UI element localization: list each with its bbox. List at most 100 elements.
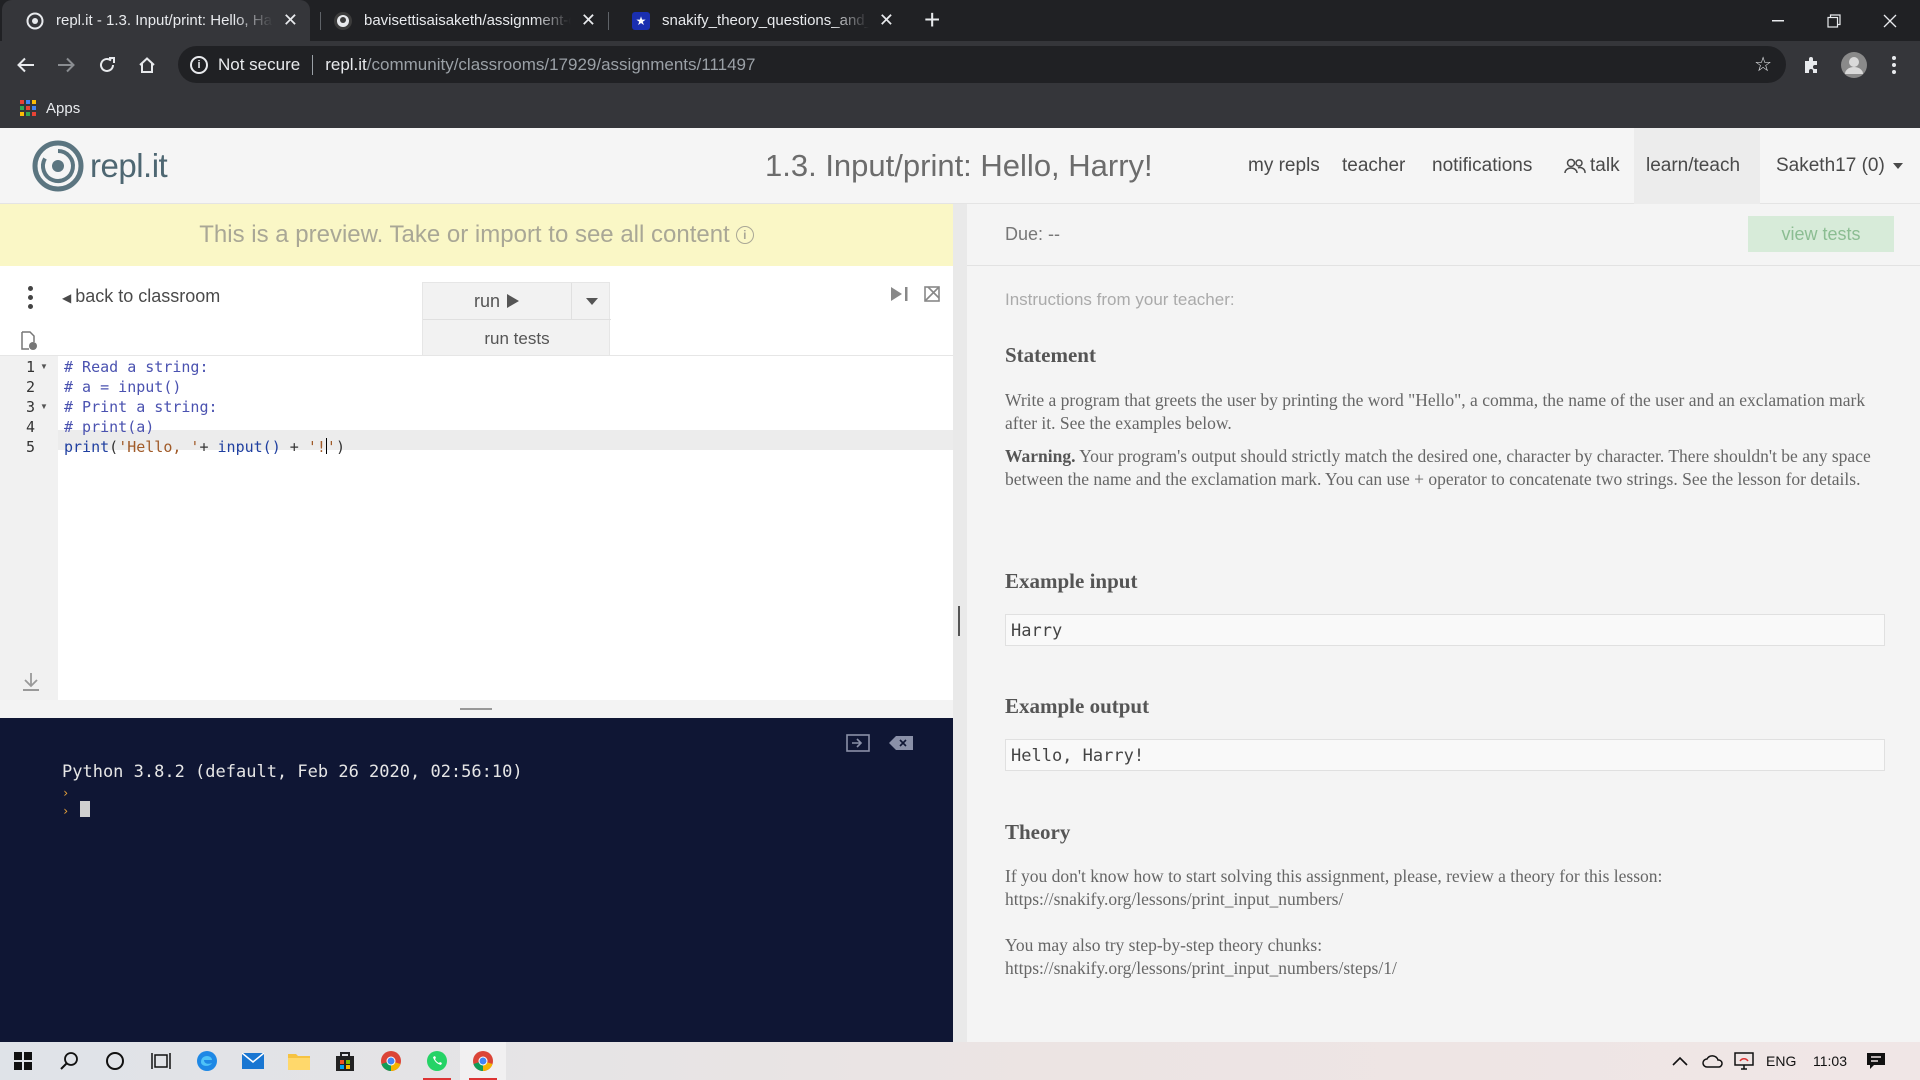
extensions-puzzle-icon[interactable] [1796, 49, 1828, 81]
address-bar[interactable]: i Not secure repl.it /community/classroo… [178, 46, 1786, 83]
warning-label: Warning. [1005, 446, 1076, 466]
console-output: Python 3.8.2 (default, Feb 26 2020, 02:5… [62, 762, 523, 782]
editor-console-splitter[interactable] [0, 700, 953, 718]
run-tests-button[interactable]: run tests [423, 319, 611, 357]
download-icon[interactable] [22, 672, 40, 697]
theory-chunks-text: You may also try step-by-step theory chu… [1005, 935, 1323, 955]
info-icon[interactable]: i [190, 55, 208, 74]
workspace-panel: This is a preview. Take or import to see… [0, 204, 953, 1042]
clock[interactable]: 11:03 [1810, 1042, 1850, 1080]
edge-browser-icon[interactable] [184, 1042, 230, 1080]
bookmark-star-icon[interactable]: ☆ [1754, 52, 1772, 77]
windows-start-icon[interactable] [0, 1042, 46, 1080]
tab-close-icon[interactable]: ✕ [879, 10, 894, 31]
nav-teacher[interactable]: teacher [1330, 128, 1417, 204]
console-panel[interactable]: Python 3.8.2 (default, Feb 26 2020, 02:5… [0, 718, 953, 1042]
code-token: + [199, 438, 218, 456]
more-options-icon[interactable] [28, 286, 33, 309]
code-editor[interactable]: 1 ▼ 2 3 ▼ 4 5 # Read a string: # a = inp… [0, 356, 953, 700]
new-file-icon[interactable] [20, 331, 38, 356]
show-hidden-icons-icon[interactable] [1672, 1042, 1688, 1080]
code-line: # print(a) [64, 418, 155, 436]
nav-my-repls[interactable]: my repls [1236, 128, 1332, 204]
clear-console-icon[interactable] [846, 734, 870, 757]
minimize-window-icon[interactable] [1750, 0, 1806, 41]
restore-window-icon[interactable] [1806, 0, 1862, 41]
theory-chunks-link[interactable]: https://snakify.org/lessons/print_input_… [1005, 957, 1885, 980]
code-token: + [280, 438, 308, 456]
fold-arrow-icon[interactable]: ▼ [40, 362, 48, 371]
address-divider [312, 54, 314, 75]
statement-heading: Statement [1005, 343, 1096, 367]
new-tab-button[interactable]: + [924, 4, 940, 36]
mail-icon[interactable] [230, 1042, 276, 1080]
task-view-icon[interactable] [138, 1042, 184, 1080]
url-path: /community/classrooms/17929/assignments/… [366, 54, 756, 74]
back-to-classroom-link[interactable]: ◀ back to classroom [62, 286, 220, 307]
example-output-block: Hello, Harry! [1005, 739, 1885, 771]
user-name: Saketh17 (0) [1776, 155, 1885, 176]
replit-logo[interactable]: repl.it [32, 140, 168, 192]
apps-bookmark-label[interactable]: Apps [46, 100, 80, 117]
info-circle-icon[interactable]: i [735, 226, 754, 244]
chrome-icon[interactable] [368, 1042, 414, 1080]
onedrive-cloud-icon[interactable] [1702, 1042, 1724, 1080]
cortana-icon[interactable] [92, 1042, 138, 1080]
code-line: # Read a string: [64, 358, 209, 376]
disable-debugger-icon[interactable] [924, 286, 940, 307]
apps-grid-icon[interactable] [20, 100, 36, 116]
input-language[interactable]: ENG [1766, 1042, 1796, 1080]
example-output-heading: Example output [1005, 694, 1150, 718]
assignment-panel: Due: -- view tests Instructions from you… [967, 204, 1920, 1042]
warning-body: Your program's output should strictly ma… [1005, 446, 1871, 489]
store-icon[interactable] [322, 1042, 368, 1080]
code-line: print('Hello, '+ input() + '!') [64, 438, 345, 456]
code-token: ( [109, 438, 119, 456]
browser-tab-snakify[interactable]: ★ snakify_theory_questions_and_more ✕ [608, 0, 906, 41]
file-explorer-icon[interactable] [276, 1042, 322, 1080]
instructions-label: Instructions from your teacher: [1005, 290, 1235, 309]
chevron-down-icon [585, 297, 598, 305]
forward-arrow-icon[interactable] [50, 49, 82, 81]
backspace-icon[interactable] [889, 736, 913, 755]
home-icon[interactable] [131, 49, 163, 81]
url-host: repl.it [325, 54, 367, 74]
browser-toolbar: i Not secure repl.it /community/classroo… [0, 41, 1920, 88]
nav-talk[interactable]: talk [1552, 128, 1632, 204]
panel-resize-handle[interactable] [953, 204, 967, 1042]
theory-link[interactable]: https://snakify.org/lessons/print_input_… [1005, 888, 1885, 911]
user-menu[interactable]: Saketh17 (0) [1764, 128, 1915, 204]
profile-avatar-icon[interactable] [1838, 49, 1870, 81]
code-token: ) [335, 438, 345, 456]
line-number: 2 [26, 378, 36, 396]
browser-menu-icon[interactable] [1878, 49, 1910, 81]
chrome-active-icon[interactable] [460, 1042, 506, 1080]
network-icon[interactable] [1734, 1042, 1754, 1080]
search-icon[interactable] [46, 1042, 92, 1080]
nav-notifications[interactable]: notifications [1420, 128, 1544, 204]
view-tests-button[interactable]: view tests [1748, 216, 1894, 252]
screen: repl.it - 1.3. Input/print: Hello, Harry… [0, 0, 1920, 1080]
console-cursor [80, 801, 90, 817]
back-arrow-icon[interactable] [10, 49, 42, 81]
nav-learn-teach[interactable]: learn/teach [1634, 128, 1760, 204]
browser-tab-github[interactable]: bavisettisaisaketh/assignment-code ✕ [310, 0, 608, 41]
line-number: 1 [26, 358, 36, 376]
code-token: 'Hello, ' [118, 438, 200, 456]
replit-logo-icon [32, 140, 84, 192]
divider [967, 265, 1920, 266]
browser-tab-replit[interactable]: repl.it - 1.3. Input/print: Hello, Harry… [2, 0, 310, 41]
fold-arrow-icon[interactable]: ▼ [40, 402, 48, 411]
tab-close-icon[interactable]: ✕ [581, 10, 596, 31]
reload-icon[interactable] [91, 49, 123, 81]
console-prompt-icon: › [62, 804, 70, 818]
example-input-heading: Example input [1005, 569, 1138, 593]
tab-close-icon[interactable]: ✕ [283, 10, 298, 31]
close-window-icon[interactable] [1862, 0, 1918, 41]
action-center-icon[interactable] [1866, 1042, 1886, 1080]
run-dropdown-button[interactable] [571, 283, 611, 319]
step-forward-icon[interactable] [890, 286, 910, 307]
tab-title: bavisettisaisaketh/assignment-code [364, 12, 571, 29]
whatsapp-icon[interactable] [414, 1042, 460, 1080]
run-button[interactable]: run [423, 283, 571, 319]
